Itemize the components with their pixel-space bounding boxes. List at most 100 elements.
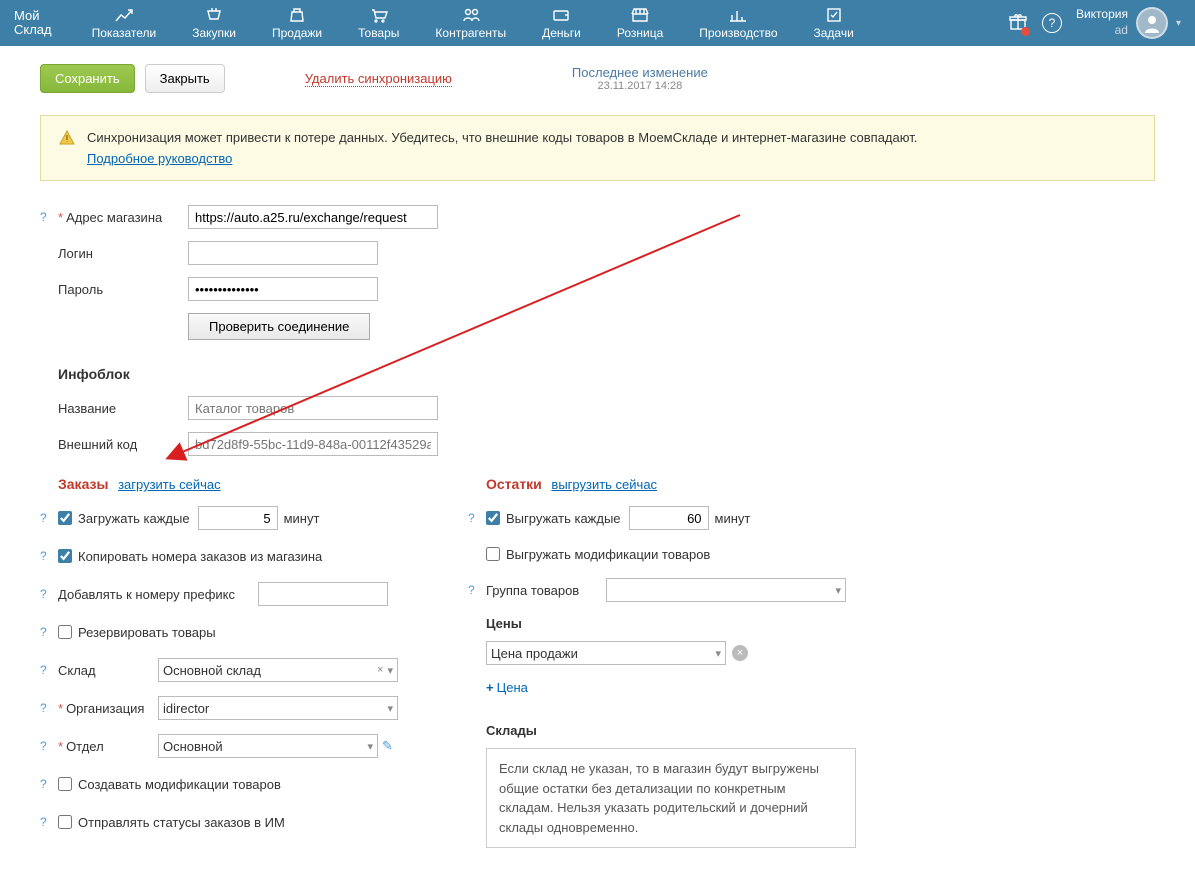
cart-icon	[369, 6, 389, 24]
help-icon[interactable]: ?	[468, 583, 486, 597]
nav-purchases[interactable]: Закупки	[174, 2, 254, 44]
logo-l2: Склад	[14, 23, 52, 37]
price-value: Цена продажи	[491, 646, 578, 661]
chevron-down-icon: ▾	[715, 647, 721, 660]
help-icon[interactable]: ?	[40, 701, 58, 715]
clear-icon[interactable]: ×	[377, 664, 383, 677]
nav-indicators[interactable]: Показатели	[74, 2, 175, 44]
nav-goods[interactable]: Товары	[340, 2, 417, 44]
create-mods-checkbox[interactable]	[58, 777, 72, 791]
help-icon[interactable]: ?	[468, 511, 486, 525]
stock-select[interactable]: Основной склад×▾	[158, 658, 398, 682]
close-button[interactable]: Закрыть	[145, 64, 225, 93]
ib-code-label: Внешний код	[58, 437, 188, 452]
nav-tasks[interactable]: Задачи	[796, 2, 872, 44]
nav-money[interactable]: Деньги	[524, 2, 599, 44]
chart-up-icon	[114, 6, 134, 24]
login-label: Логин	[58, 246, 188, 261]
help-icon[interactable]: ?	[40, 777, 58, 791]
row-ib-code: Внешний код	[40, 432, 1155, 456]
save-button[interactable]: Сохранить	[40, 64, 135, 93]
nav-retail[interactable]: Розница	[599, 2, 681, 44]
load-interval-input[interactable]	[198, 506, 278, 530]
price-select[interactable]: Цена продажи ▾	[486, 641, 726, 665]
help-icon[interactable]: ?	[40, 549, 58, 563]
help-icon[interactable]: ?	[40, 663, 58, 677]
nav-label: Задачи	[814, 26, 854, 40]
infoblock-title: Инфоблок	[58, 366, 1155, 382]
group-select[interactable]: ▾	[606, 578, 846, 602]
unload-interval-input[interactable]	[629, 506, 709, 530]
password-input[interactable]	[188, 277, 378, 301]
last-modified: Последнее изменение 23.11.2017 14:28	[572, 65, 708, 92]
row-group: ? Группа товаров ▾	[468, 578, 1155, 602]
remove-price-button[interactable]: ×	[732, 645, 748, 661]
remains-header: Остатки выгрузить сейчас	[486, 476, 1155, 492]
send-status-checkbox[interactable]	[58, 815, 72, 829]
help-icon[interactable]: ?	[40, 625, 58, 639]
chevron-down-icon: ▾	[367, 740, 373, 753]
row-unload-every: ? Выгружать каждые минут	[468, 506, 1155, 530]
help-icon[interactable]: ?	[40, 815, 58, 829]
cart-in-icon	[204, 6, 224, 24]
unload-every-checkbox[interactable]	[486, 511, 500, 525]
orders-load-link[interactable]: загрузить сейчас	[118, 477, 221, 492]
nav-label: Закупки	[192, 26, 236, 40]
dept-select[interactable]: Основной▾	[158, 734, 378, 758]
add-price-link[interactable]: +Цена	[486, 680, 528, 695]
help-icon[interactable]: ?	[40, 210, 58, 224]
minutes-label: минут	[715, 511, 751, 526]
nav-sales[interactable]: Продажи	[254, 2, 340, 44]
store-icon	[630, 6, 650, 24]
avatar-icon	[1136, 7, 1168, 39]
app-logo: Мой Склад	[14, 9, 52, 38]
login-input[interactable]	[188, 241, 378, 265]
help-icon[interactable]: ?	[40, 587, 58, 601]
load-every-label: Загружать каждые	[78, 511, 190, 526]
logo-l1: Мой	[14, 9, 52, 23]
warning-guide-link[interactable]: Подробное руководство	[87, 151, 232, 166]
check-connection-button[interactable]: Проверить соединение	[188, 313, 370, 340]
org-label: *Организация	[58, 701, 158, 716]
help-button[interactable]: ?	[1042, 13, 1062, 33]
gift-button[interactable]	[1008, 13, 1028, 34]
load-every-checkbox[interactable]	[58, 511, 72, 525]
ib-name-input[interactable]	[188, 396, 438, 420]
org-value: idirector	[163, 701, 209, 716]
ib-code-input[interactable]	[188, 432, 438, 456]
copy-nums-checkbox[interactable]	[58, 549, 72, 563]
remains-section: Остатки выгрузить сейчас ? Выгружать каж…	[486, 476, 1155, 848]
edit-icon[interactable]: ✎	[382, 738, 393, 754]
row-send-status: ? Отправлять статусы заказов в ИМ	[40, 810, 430, 834]
app-header: Мой Склад Показатели Закупки Продажи Тов…	[0, 0, 1195, 46]
reserve-checkbox[interactable]	[58, 625, 72, 639]
delete-sync-link[interactable]: Удалить синхронизацию	[305, 71, 452, 87]
nav-label: Деньги	[542, 26, 581, 40]
addr-label-text: Адрес магазина	[66, 210, 162, 225]
nav-production[interactable]: Производство	[681, 2, 795, 44]
unload-mods-checkbox[interactable]	[486, 547, 500, 561]
help-icon[interactable]: ?	[40, 511, 58, 525]
warning-text: Синхронизация может привести к потере да…	[87, 130, 917, 145]
chevron-down-icon: ▾	[387, 664, 393, 677]
main-nav: Показатели Закупки Продажи Товары Контра…	[74, 2, 1008, 44]
org-select[interactable]: idirector▾	[158, 696, 398, 720]
remains-unload-link[interactable]: выгрузить сейчас	[551, 477, 657, 492]
stocks-info-box: Если склад не указан, то в магазин будут…	[486, 748, 856, 848]
nav-counterparties[interactable]: Контрагенты	[417, 2, 524, 44]
nav-label: Розница	[617, 26, 663, 40]
user-menu[interactable]: Виктория ad ▾	[1076, 7, 1181, 39]
warning-banner: Синхронизация может привести к потере да…	[40, 115, 1155, 181]
last-mod-title: Последнее изменение	[572, 65, 708, 80]
prefix-input[interactable]	[258, 582, 388, 606]
dept-label: *Отдел	[58, 739, 158, 754]
ib-name-label: Название	[58, 401, 188, 416]
orders-section: Заказы загрузить сейчас ? Загружать кажд…	[40, 476, 430, 848]
password-label: Пароль	[58, 282, 188, 297]
prices-title: Цены	[486, 616, 1155, 631]
remains-title: Остатки	[486, 476, 542, 492]
help-icon[interactable]: ?	[40, 739, 58, 753]
addr-input[interactable]	[188, 205, 438, 229]
row-create-mods: ? Создавать модификации товаров	[40, 772, 430, 796]
org-label-text: Организация	[66, 701, 144, 716]
